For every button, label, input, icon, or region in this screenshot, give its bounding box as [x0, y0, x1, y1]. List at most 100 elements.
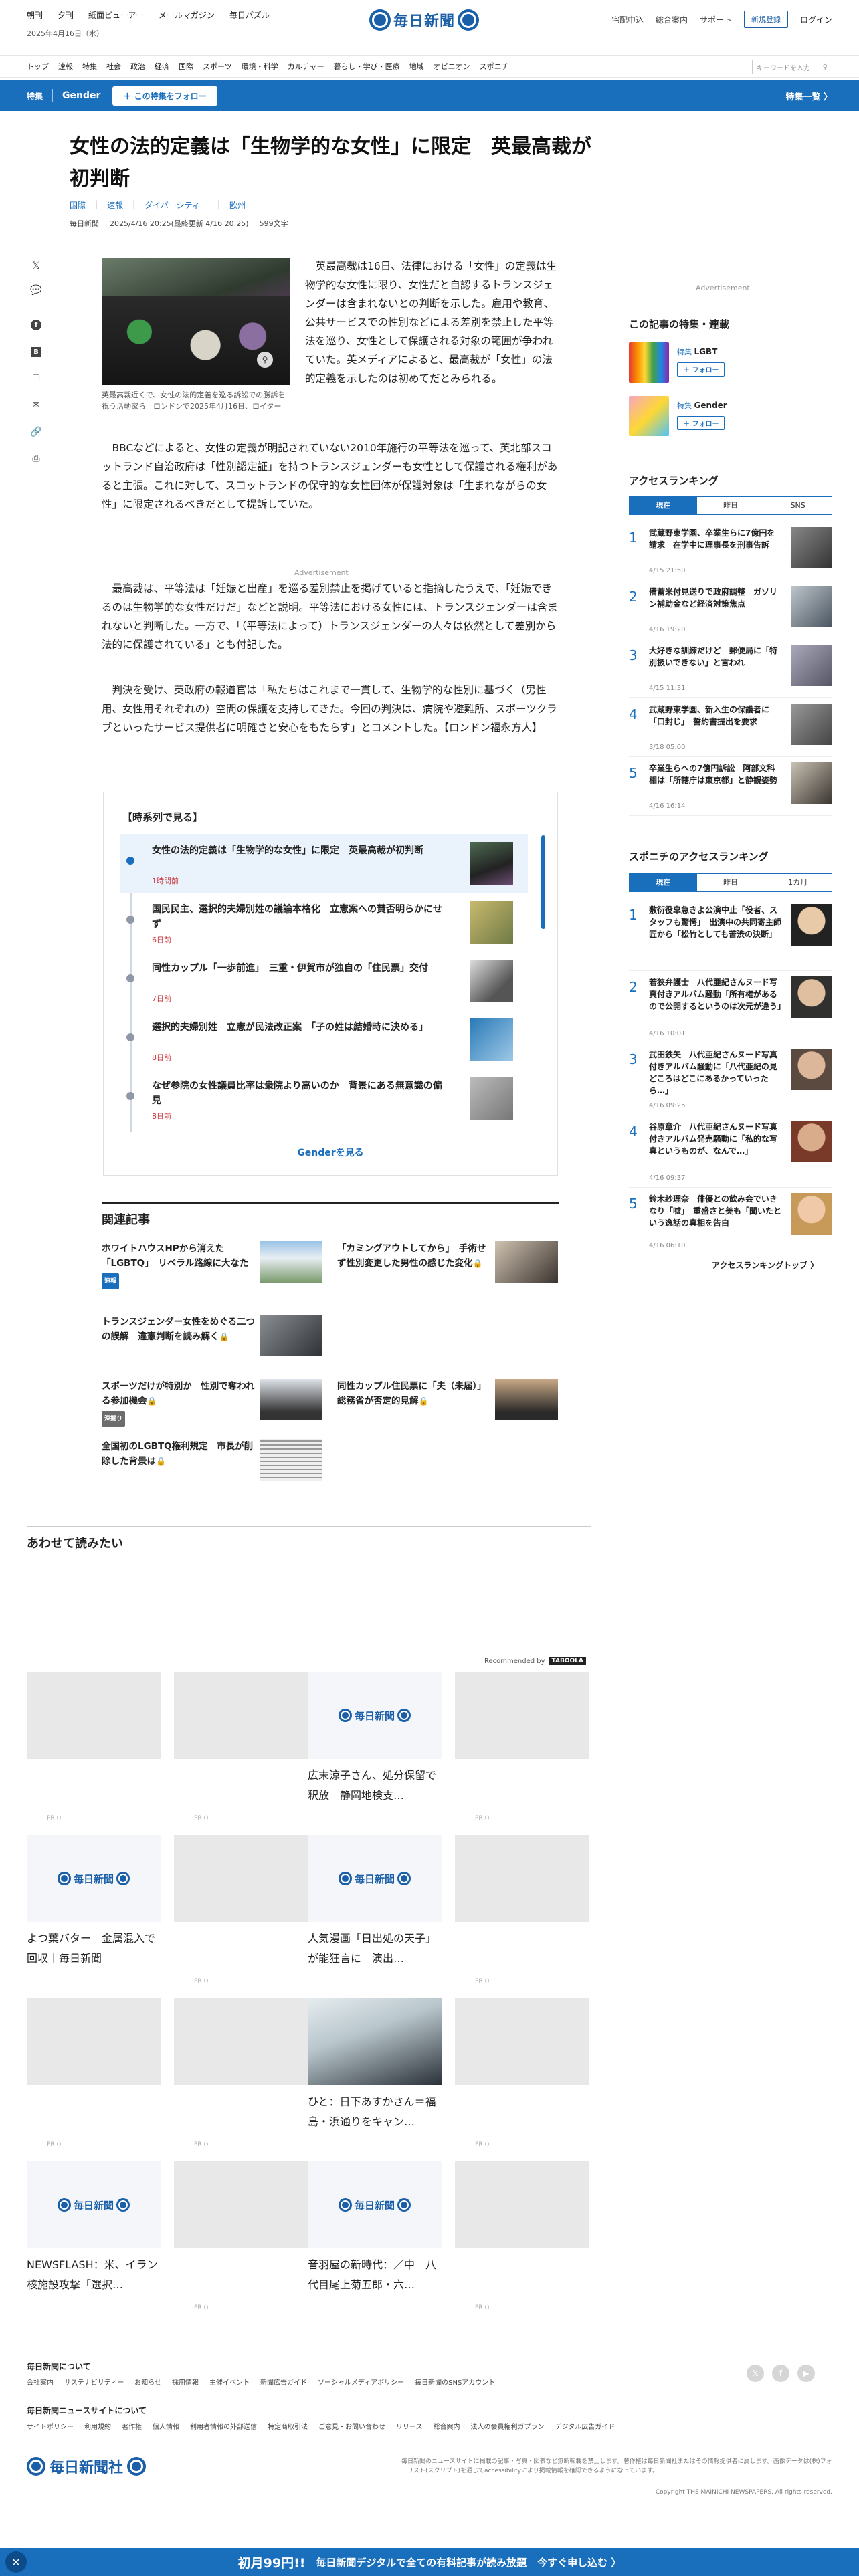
footer-link[interactable]: 利用規約	[84, 2421, 111, 2431]
bookmark-icon[interactable]: ☐	[29, 372, 43, 385]
tab-month[interactable]: 1カ月	[764, 874, 832, 891]
timeline-scrollbar[interactable]	[541, 835, 545, 929]
nav-morning-edition[interactable]: 朝刊	[27, 9, 43, 21]
ranking-item[interactable]: 2 備蓄米付見送りで政府調整 ガソリン補助金など経済対策焦点 4/16 19:2…	[629, 586, 832, 639]
recommend-card[interactable]: PR ()	[455, 2161, 589, 2311]
recommend-card[interactable]: PR ()	[174, 1998, 308, 2148]
recommend-card[interactable]: PR ()	[27, 1998, 161, 2148]
nav-paper-viewer[interactable]: 紙面ビューアー	[88, 9, 144, 21]
x-icon[interactable]: 𝕏	[747, 2365, 764, 2382]
nav-evening-edition[interactable]: 夕刊	[58, 9, 74, 21]
follow-special-button[interactable]: ＋ この特集をフォロー	[112, 86, 217, 106]
footer-link[interactable]: 毎日新聞のSNSアカウント	[415, 2377, 495, 2387]
section-economy[interactable]: 経済	[155, 61, 179, 72]
recommend-card[interactable]: PR ()	[27, 1672, 161, 1822]
ranking-item[interactable]: 3 武田鉄矢 八代亜紀さんヌード写真付きアルバム騒動に「八代亜紀の見どころはどこ…	[629, 1049, 832, 1115]
footer-link[interactable]: 総合案内	[434, 2421, 460, 2431]
recommend-card[interactable]: 毎日新聞 音羽屋の新時代：／中 八代目尾上菊五郎・六…	[308, 2161, 442, 2295]
print-icon[interactable]: ⎙	[29, 452, 43, 465]
tab-now[interactable]: 現在	[630, 497, 697, 514]
tab-sns[interactable]: SNS	[764, 497, 832, 514]
facebook-share-icon[interactable]: f	[29, 318, 43, 332]
nav-puzzle[interactable]: 毎日パズル	[229, 9, 270, 21]
ranking-item[interactable]: 4 武蔵野東学園、新入生の保護者に「口封じ」 誓約書提出を要求 3/18 05:…	[629, 704, 832, 757]
recommend-card[interactable]: PR ()	[455, 1672, 589, 1822]
footer-link[interactable]: 新聞広告ガイド	[260, 2377, 307, 2387]
section-opinion[interactable]: オピニオン	[434, 61, 480, 72]
site-logo[interactable]: 毎日新聞	[369, 7, 490, 33]
section-society[interactable]: 社会	[106, 61, 130, 72]
mail-icon[interactable]: ✉	[29, 399, 43, 412]
recommend-card[interactable]: PR ()	[455, 1998, 589, 2148]
footer-link[interactable]: 著作権	[122, 2421, 142, 2431]
section-sponichi[interactable]: スポニチ	[480, 61, 518, 72]
timeline-item[interactable]: 選択的夫婦別姓 立憲が民法改正案 「子の姓は結婚時に決める」 8日前	[120, 1010, 528, 1069]
x-share-icon[interactable]: 𝕏	[29, 259, 43, 273]
recommend-card[interactable]: 毎日新聞 NEWSFLASH：米、イラン核施設攻撃「選択…	[27, 2161, 161, 2295]
related-item[interactable]: トランスジェンダー女性をめぐる二つの誤解 違憲判断を読み解く🔒	[102, 1315, 322, 1379]
ranking-item[interactable]: 5 鈴木紗理奈 俳優との飲み会でいきなり「嘘」 重盛さと美も「聞いたという逸話の…	[629, 1193, 832, 1255]
subscribe-button[interactable]: 今すぐ申し込む 〉	[537, 2555, 621, 2569]
related-item[interactable]: 同性カップル住民票に「夫（未届）」 総務省が否定的見解🔒	[337, 1379, 558, 1443]
related-item[interactable]: 「カミングアウトしてから」 手術せず性別変更した男性の感じた変化🔒	[337, 1241, 558, 1305]
zoom-icon[interactable]: ⚲	[257, 352, 273, 368]
recommend-card[interactable]: PR ()	[174, 2161, 308, 2311]
timeline-item[interactable]: 国民民主、選択的夫婦別姓の議論本格化 立憲案への賛否明らかにせず 6日前	[120, 893, 528, 952]
section-science[interactable]: 環境・科学	[242, 61, 288, 72]
hatena-share-icon[interactable]: B	[29, 345, 43, 358]
link-copy-icon[interactable]: 🔗	[29, 425, 43, 439]
youtube-icon[interactable]: ▶	[797, 2365, 815, 2382]
related-item[interactable]: スポーツだけが特別か 性別で奪われる参加機会🔒 深掘り	[102, 1379, 322, 1443]
timeline-item[interactable]: 同性カップル「一歩前進」 三重・伊賀市が独自の「住民票」交付 7日前	[120, 952, 528, 1010]
footer-link[interactable]: リリース	[396, 2421, 423, 2431]
footer-link[interactable]: 主催イベント	[209, 2377, 250, 2387]
recommend-card[interactable]: ひと：日下あすかさん＝福島・浜通りをキャン…	[308, 1998, 442, 2132]
subscribe-banner[interactable]: ✕ 初月99円!! 毎日新聞デジタルで全ての有料記事が読み放題 今すぐ申し込む …	[0, 2548, 859, 2576]
follow-button[interactable]: ＋ フォロー	[677, 416, 725, 430]
recommend-card[interactable]: 毎日新聞 よつ葉バター 金属混入で回収｜毎日新聞	[27, 1835, 161, 1969]
section-sports[interactable]: スポーツ	[203, 61, 242, 72]
footer-link[interactable]: 採用情報	[172, 2377, 199, 2387]
tokushu-item[interactable]: 特集 Gender ＋ フォロー	[629, 396, 830, 436]
comment-icon[interactable]: 💬	[29, 284, 43, 297]
section-international[interactable]: 国際	[179, 61, 203, 72]
footer-link[interactable]: サイトポリシー	[27, 2421, 74, 2431]
section-breaking[interactable]: 速報	[58, 61, 82, 72]
footer-link[interactable]: 法人の会員権利ガプラン	[471, 2421, 545, 2431]
tag-international[interactable]: 国際	[70, 199, 86, 211]
related-item[interactable]: 全国初のLGBTQ権利規定 市長が削除した背景は🔒	[102, 1439, 322, 1503]
recommend-card[interactable]: PR ()	[174, 1835, 308, 1985]
ranking-item[interactable]: 1 武蔵野東学園、卒業生らに7億円を請求 在学中に理事長を刑事告訴 4/15 2…	[629, 527, 832, 580]
article-photo[interactable]: ⚲	[102, 258, 290, 385]
footer-link[interactable]: ソーシャルメディアポリシー	[318, 2377, 404, 2387]
search-icon[interactable]: ⚲	[823, 64, 828, 71]
section-culture[interactable]: カルチャー	[288, 61, 334, 72]
footer-link[interactable]: デジタル広告ガイド	[555, 2421, 615, 2431]
related-item[interactable]: ホワイトハウスHPから消えた「LGBTQ」 リベラル路線に大なた 速報	[102, 1241, 322, 1305]
tokushu-item[interactable]: 特集 LGBT ＋ フォロー	[629, 342, 830, 383]
section-local[interactable]: 地域	[409, 61, 434, 72]
tab-yesterday[interactable]: 昨日	[697, 874, 765, 891]
footer-link[interactable]: サステナビリティー	[64, 2377, 124, 2387]
recommend-card[interactable]: 毎日新聞 広末涼子さん、処分保留で釈放 静岡地検支…	[308, 1672, 442, 1806]
tag-breaking[interactable]: 速報	[107, 199, 123, 211]
ranking-item[interactable]: 4 谷原章介 八代亜紀さんヌード写真付きアルバム発売騒動に「私的な写真というもの…	[629, 1121, 832, 1188]
close-icon[interactable]: ✕	[5, 2551, 27, 2573]
footer-logo[interactable]: 毎日新聞社	[27, 2456, 147, 2477]
tag-europe[interactable]: 欧州	[229, 199, 246, 211]
section-politics[interactable]: 政治	[130, 61, 155, 72]
recommend-card[interactable]: PR ()	[455, 1835, 589, 1985]
ranking-item[interactable]: 3 大好きな訓練だけど 郵便局に「特別扱いできない」と言われ 4/15 11:3…	[629, 645, 832, 698]
footer-link[interactable]: ご意見・お問い合わせ	[318, 2421, 385, 2431]
facebook-icon[interactable]: f	[772, 2365, 789, 2382]
info-link[interactable]: 総合案内	[656, 14, 688, 25]
footer-link[interactable]: 個人情報	[153, 2421, 179, 2431]
section-life[interactable]: 暮らし・学び・医療	[334, 61, 409, 72]
footer-link[interactable]: 利用者情報の外部送信	[190, 2421, 257, 2431]
footer-link[interactable]: お知らせ	[134, 2377, 161, 2387]
timeline-item[interactable]: なぜ参院の女性議員比率は衆院より高いのか 背景にある無意識の偏見 8日前	[120, 1069, 528, 1120]
ranking-item[interactable]: 5 卒業生らへの7億円訴訟 阿部文科相は「所轄庁は東京都」と静観姿勢 4/16 …	[629, 762, 832, 816]
footer-link[interactable]: 特定商取引法	[268, 2421, 308, 2431]
tab-now[interactable]: 現在	[630, 874, 697, 891]
timeline-more-link[interactable]: Genderを見る	[104, 1146, 557, 1159]
